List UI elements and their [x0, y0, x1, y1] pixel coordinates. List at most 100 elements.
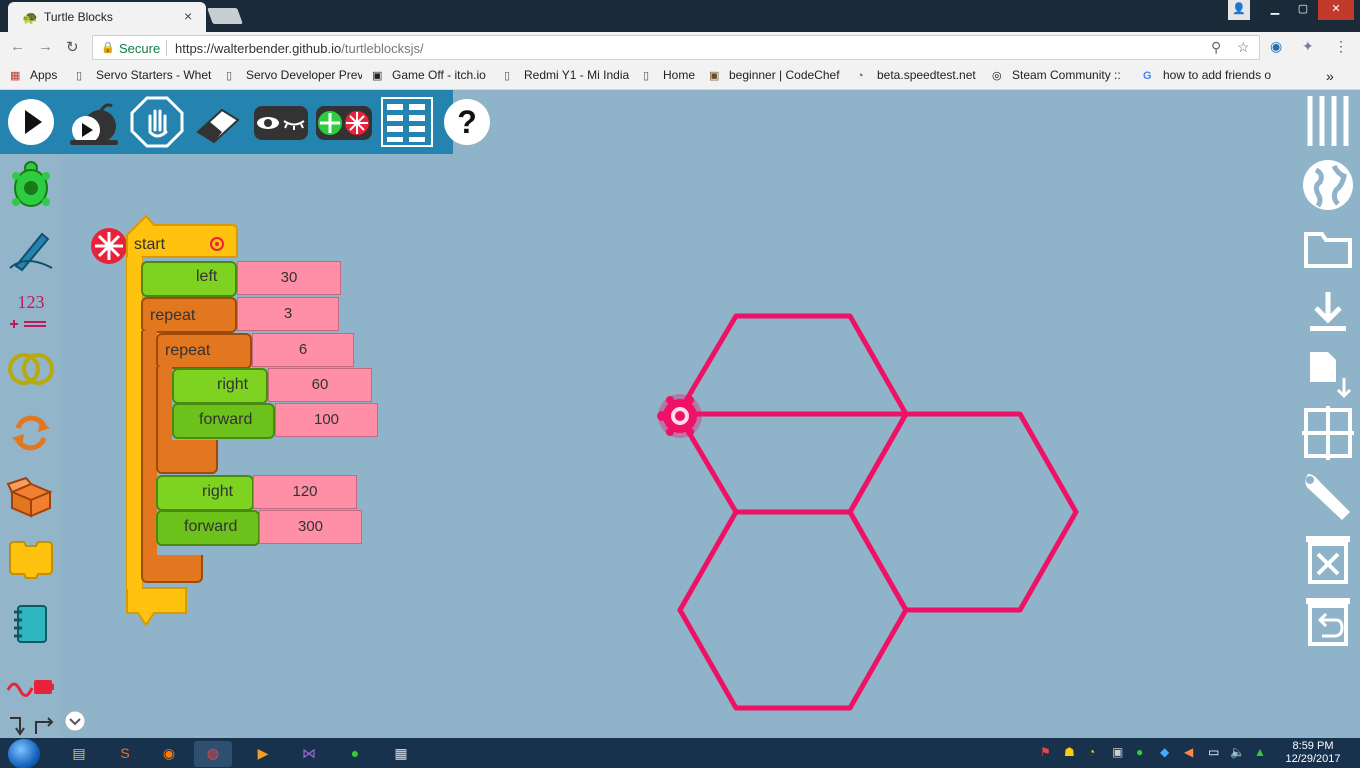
forward-inner-label: forward — [199, 411, 253, 428]
turtle-sprite[interactable] — [657, 394, 702, 438]
back-icon[interactable]: ← — [10, 38, 25, 55]
taskbar-clock[interactable]: 8:59 PM 12/29/2017 — [1278, 740, 1348, 766]
left-angle-value[interactable]: 30 — [237, 261, 341, 295]
minimize-button[interactable]: ▁ — [1262, 0, 1288, 20]
number-palette-icon[interactable]: 123 — [6, 288, 56, 338]
zoom-icon[interactable]: ⚲ — [1211, 39, 1221, 56]
bookmark-item[interactable]: ◔ beta.speedtest.net — [857, 68, 983, 82]
forward-icon[interactable]: → — [38, 38, 53, 55]
language-globe-icon[interactable] — [1298, 156, 1358, 214]
help-icon[interactable]: ? — [442, 96, 492, 148]
address-bar[interactable]: 🔒 Secure https://walterbender.github.io/… — [92, 35, 1260, 60]
repeat-outer-bottom — [141, 555, 203, 583]
turtle-palette-icon[interactable] — [6, 160, 56, 210]
tray-app3-icon[interactable]: ▣ — [1112, 745, 1123, 759]
boolean-palette-icon[interactable] — [6, 344, 56, 394]
page-icon: ▯ — [643, 70, 650, 82]
tray-app6-icon[interactable]: ◀ — [1184, 745, 1193, 759]
profile-icon[interactable]: 👤 — [1228, 0, 1250, 20]
extension-puzzle-icon[interactable]: ✦ — [1302, 38, 1314, 55]
run-slow-icon[interactable] — [66, 96, 122, 148]
new-project-icon[interactable] — [1298, 346, 1358, 404]
forward-outer-distance[interactable]: 300 — [259, 510, 362, 544]
collapse-expand-blocks-icon[interactable] — [314, 96, 374, 148]
tray-app4-icon[interactable]: ● — [1136, 745, 1143, 759]
tray-app5-icon[interactable]: ◆ — [1160, 745, 1169, 759]
media-player-icon[interactable]: ▶ — [244, 741, 282, 767]
block-grid-icon[interactable] — [380, 96, 434, 148]
bookmark-star-icon[interactable]: ☆ — [1237, 39, 1250, 56]
new-tab-button[interactable] — [207, 8, 243, 24]
left-block-label: left — [196, 268, 218, 285]
repeat-outer-arm — [141, 331, 157, 566]
hexagon-right — [847, 411, 1079, 613]
restore-trash-icon[interactable] — [1298, 592, 1358, 650]
clear-eraser-icon[interactable] — [192, 96, 242, 148]
right-outer-label: right — [202, 483, 234, 500]
bookmark-item[interactable]: ▯ Home — [643, 68, 703, 82]
tab-close-icon[interactable]: × — [184, 8, 192, 24]
repeat-inner-count[interactable]: 6 — [252, 333, 354, 367]
hexagon-drawing — [675, 313, 1079, 711]
sublime-text-icon[interactable]: S — [106, 741, 144, 767]
bookmark-item[interactable]: ◎ Steam Community :: — [992, 68, 1130, 82]
chrome-icon[interactable]: ◍ — [194, 741, 232, 767]
tray-app2-icon[interactable]: ◔ — [1088, 745, 1095, 759]
save-download-icon[interactable] — [1298, 284, 1358, 342]
settings-wrench-icon[interactable] — [1298, 466, 1358, 524]
box-palette-icon[interactable] — [6, 470, 56, 520]
network-icon[interactable]: ▭ — [1208, 745, 1219, 759]
start-block-label: start — [134, 236, 166, 253]
extras-palette-icon[interactable] — [6, 708, 56, 738]
repeat-outer-count[interactable]: 3 — [237, 297, 339, 331]
delete-trash-icon[interactable] — [1298, 530, 1358, 588]
right-outer-angle[interactable]: 120 — [253, 475, 357, 509]
left-block[interactable] — [141, 261, 237, 297]
bookmarks-overflow-button[interactable]: » — [1326, 68, 1346, 84]
browser-toolbar: ← → ↻ 🔒 Secure https://walterbender.gith… — [0, 32, 1360, 62]
file-explorer-icon[interactable]: ▤ — [60, 741, 98, 767]
bookmark-item[interactable]: ▯ Servo Starters - Whet — [76, 68, 212, 82]
tray-app7-icon[interactable]: ▲ — [1254, 745, 1266, 759]
menu-icon[interactable]: ⋮ — [1334, 38, 1348, 55]
tray-app-icon[interactable]: ☗ — [1064, 745, 1075, 759]
bookmark-apps[interactable]: ▦ Apps — [10, 68, 70, 82]
speedtest-icon: ◔ — [857, 70, 864, 82]
url-text[interactable]: https://walterbender.github.io/turtleblo… — [175, 41, 424, 56]
scroll-palette-down-icon[interactable] — [64, 710, 86, 732]
extension-owl-icon[interactable]: ◉ — [1270, 38, 1282, 55]
windows-start-icon[interactable] — [8, 739, 40, 768]
collapse-stack-icon[interactable] — [90, 227, 128, 265]
bookmark-item[interactable]: ▯ Redmi Y1 - Mi India — [504, 68, 634, 82]
action-palette-icon[interactable] — [6, 534, 56, 584]
volume-icon[interactable]: 🔈 — [1230, 745, 1245, 759]
run-fast-icon[interactable] — [6, 96, 56, 148]
browser-tab[interactable]: 🐢 Turtle Blocks × — [8, 2, 206, 32]
media-palette-icon[interactable] — [6, 598, 56, 648]
open-folder-icon[interactable] — [1298, 220, 1358, 278]
forward-inner-distance[interactable]: 100 — [275, 403, 378, 437]
tab-title: Turtle Blocks — [44, 10, 113, 24]
tray-flag-icon[interactable]: ⚑ — [1040, 745, 1051, 759]
maximize-button[interactable]: ▢ — [1290, 0, 1316, 20]
hide-show-blocks-icon[interactable] — [252, 96, 310, 148]
green-app-icon[interactable]: ● — [336, 741, 374, 767]
stop-hand-icon[interactable] — [130, 96, 184, 148]
visual-studio-icon[interactable]: ⋈ — [290, 741, 328, 767]
bookmark-item[interactable]: ▣ beginner | CodeChef — [709, 68, 849, 82]
bookmark-item[interactable]: ▣ Game Off - itch.io — [372, 68, 496, 82]
pen-palette-icon[interactable] — [6, 224, 56, 274]
calculator-icon[interactable]: ▦ — [382, 741, 420, 767]
number-palette-label: 123 — [18, 292, 45, 312]
close-window-button[interactable]: ✕ — [1318, 0, 1354, 20]
right-inner-angle[interactable]: 60 — [268, 368, 372, 402]
grid-toggle-icon[interactable] — [1298, 404, 1358, 462]
hexagon-bottom — [677, 509, 909, 711]
menu-toggle-icon[interactable] — [1298, 92, 1358, 150]
reload-icon[interactable]: ↻ — [66, 38, 79, 56]
flow-palette-icon[interactable] — [6, 408, 56, 458]
firefox-icon[interactable]: ◉ — [150, 741, 188, 767]
bookmark-item[interactable]: ▯ Servo Developer Prev — [226, 68, 362, 82]
sensors-palette-icon[interactable] — [6, 660, 56, 710]
bookmark-item[interactable]: Ghow to add friends o — [1143, 68, 1281, 82]
